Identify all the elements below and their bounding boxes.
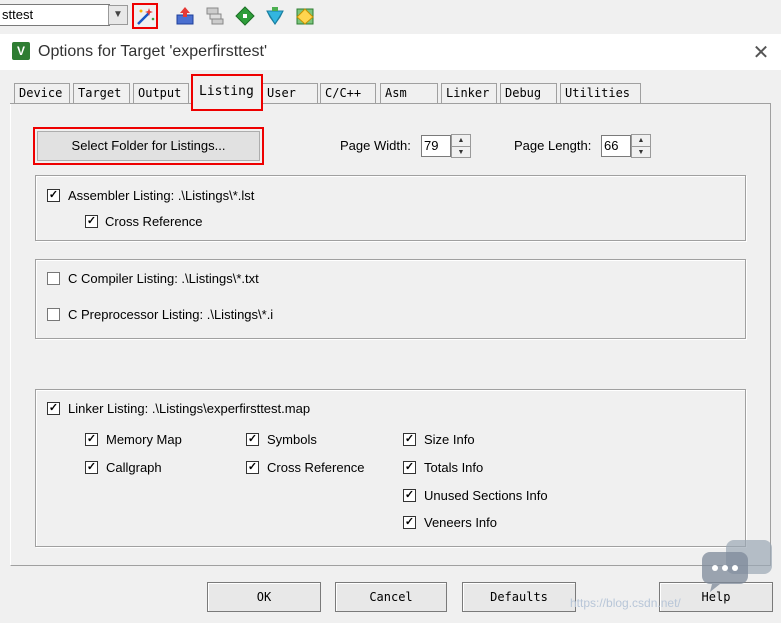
cancel-button[interactable]: Cancel	[335, 582, 447, 612]
tab-target[interactable]: Target	[73, 83, 130, 103]
size-info-checkbox[interactable]: ✓	[403, 433, 416, 446]
dialog-title: Options for Target 'experfirsttest'	[38, 43, 268, 60]
veneers-info-checkbox[interactable]: ✓	[403, 516, 416, 529]
unused-sections-info-checkbox[interactable]: ✓	[403, 489, 416, 502]
callgraph-checkbox[interactable]: ✓	[85, 461, 98, 474]
tab-linker[interactable]: Linker	[441, 83, 497, 103]
select-folder-button[interactable]: Select Folder for Listings...	[33, 127, 264, 165]
c-preprocessor-listing-label: C Preprocessor Listing: .\Listings\*.i	[68, 307, 274, 322]
assembler-listing-checkbox[interactable]: ✓	[47, 189, 60, 202]
spin-up-icon[interactable]: ▲	[632, 135, 650, 147]
totals-info-checkbox[interactable]: ✓	[403, 461, 416, 474]
linker-listing-checkbox[interactable]: ✓	[47, 402, 60, 415]
load-icon[interactable]	[172, 3, 198, 29]
ok-button[interactable]: OK	[207, 582, 321, 612]
pack-icon[interactable]	[292, 3, 318, 29]
chevron-down-icon[interactable]: ▼	[108, 5, 128, 25]
keil-app-icon: V	[12, 42, 30, 60]
size-info-label: Size Info	[424, 432, 475, 447]
symbols-label: Symbols	[267, 432, 317, 447]
spin-down-icon[interactable]: ▼	[632, 147, 650, 158]
copy-icon[interactable]	[202, 3, 228, 29]
c-compiler-listing-label: C Compiler Listing: .\Listings\*.txt	[68, 271, 259, 286]
page-length-label: Page Length:	[514, 138, 592, 153]
target-select[interactable]: sttest	[0, 4, 110, 26]
watermark: https://blog.csdn.net/	[570, 596, 681, 610]
chat-bubble-icon	[702, 540, 772, 592]
tab-listing[interactable]: Listing	[191, 74, 263, 111]
assembler-listing-label: Assembler Listing: .\Listings\*.lst	[68, 188, 255, 203]
linker-listing-label: Linker Listing: .\Listings\experfirsttes…	[68, 401, 311, 416]
tab-output[interactable]: Output	[133, 83, 189, 103]
linker-cross-reference-label: Cross Reference	[267, 460, 365, 475]
unused-sections-info-label: Unused Sections Info	[424, 488, 548, 503]
assembler-group	[35, 175, 746, 241]
memory-map-checkbox[interactable]: ✓	[85, 433, 98, 446]
tab-asm[interactable]: Asm	[380, 83, 438, 103]
page-width-input[interactable]: 79	[421, 135, 451, 157]
select-folder-label: Select Folder for Listings...	[37, 131, 260, 161]
tab-device[interactable]: Device	[14, 83, 70, 103]
callgraph-label: Callgraph	[106, 460, 162, 475]
magic-wand-icon[interactable]	[132, 3, 158, 29]
tab-c-cpp[interactable]: C/C++	[320, 83, 376, 103]
assembler-cross-reference-checkbox[interactable]: ✓	[85, 215, 98, 228]
spin-down-icon[interactable]: ▼	[452, 147, 470, 158]
tab-utilities[interactable]: Utilities	[560, 83, 641, 103]
linker-cross-reference-checkbox[interactable]: ✓	[246, 461, 259, 474]
tab-debug[interactable]: Debug	[500, 83, 557, 103]
page-length-spinner[interactable]: ▲ ▼	[631, 134, 651, 158]
close-icon[interactable]: ✕	[748, 40, 774, 66]
memory-map-label: Memory Map	[106, 432, 182, 447]
c-compiler-listing-checkbox[interactable]	[47, 272, 60, 285]
page-length-input[interactable]: 66	[601, 135, 631, 157]
veneers-info-label: Veneers Info	[424, 515, 497, 530]
manage-icon[interactable]	[232, 3, 258, 29]
page-width-spinner[interactable]: ▲ ▼	[451, 134, 471, 158]
defaults-button[interactable]: Defaults	[462, 582, 576, 612]
tab-user[interactable]: User	[262, 83, 318, 103]
spin-up-icon[interactable]: ▲	[452, 135, 470, 147]
symbols-checkbox[interactable]: ✓	[246, 433, 259, 446]
pack-installer-icon[interactable]	[262, 3, 288, 29]
assembler-cross-reference-label: Cross Reference	[105, 214, 203, 229]
page-width-label: Page Width:	[340, 138, 411, 153]
c-preprocessor-listing-checkbox[interactable]	[47, 308, 60, 321]
totals-info-label: Totals Info	[424, 460, 484, 475]
